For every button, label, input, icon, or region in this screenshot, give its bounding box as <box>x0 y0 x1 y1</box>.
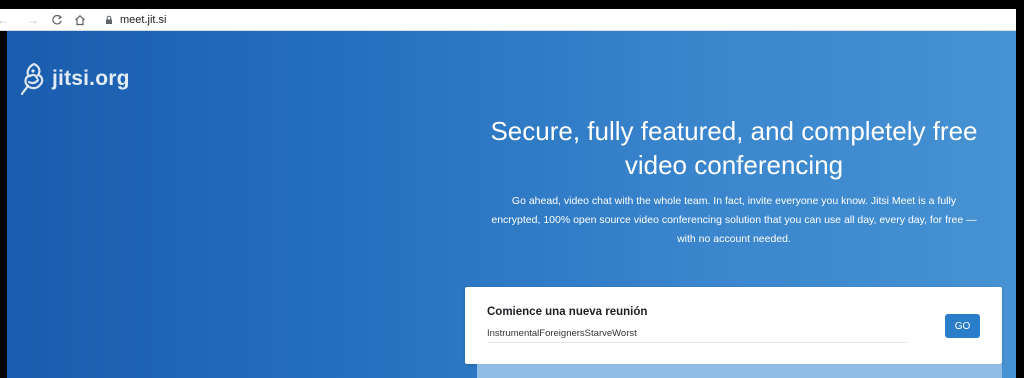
back-arrow-icon[interactable]: ← <box>0 12 9 28</box>
hero-section: Secure, fully featured, and completely f… <box>477 114 991 249</box>
jitsi-logo-icon <box>20 62 44 96</box>
hero-description: Go ahead, video chat with the whole team… <box>491 195 977 245</box>
address-bar[interactable]: meet.jit.si <box>120 13 166 27</box>
start-meeting-card: Comience una nueva reunión GO <box>465 287 1002 364</box>
tabs-panel-edge <box>477 364 1002 378</box>
logo-text: jitsi.org <box>52 67 130 90</box>
reload-icon[interactable] <box>50 12 64 28</box>
lock-icon[interactable] <box>104 12 114 28</box>
screenshot-frame: ← → meet.jit.si jitsi.org Secure, fully … <box>0 0 1024 378</box>
go-button[interactable]: GO <box>945 314 980 338</box>
jitsi-logo[interactable]: jitsi.org <box>20 59 130 99</box>
hero-title: Secure, fully featured, and completely f… <box>490 116 978 180</box>
forward-arrow-icon[interactable]: → <box>26 12 40 28</box>
jitsi-welcome-page: jitsi.org Secure, fully featured, and co… <box>7 31 1016 378</box>
room-name-input[interactable] <box>487 324 907 343</box>
home-icon[interactable] <box>73 12 87 28</box>
browser-toolbar: ← → meet.jit.si <box>0 9 1016 31</box>
start-meeting-title: Comience una nueva reunión <box>487 306 648 318</box>
